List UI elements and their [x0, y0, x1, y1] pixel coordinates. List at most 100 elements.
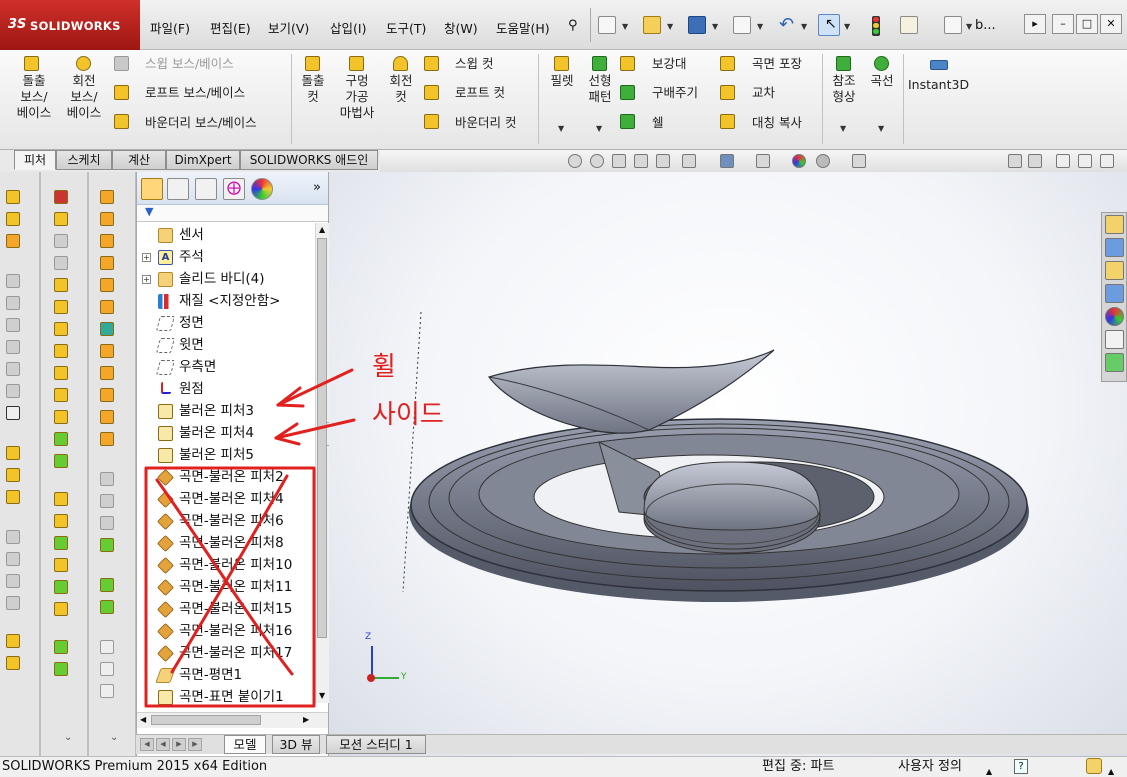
scroll-down-icon[interactable]: ▼ — [319, 691, 325, 700]
feature-tool-icon[interactable] — [54, 300, 68, 314]
cut-tool-icon[interactable] — [6, 212, 20, 226]
menu-tools[interactable]: 도구(T) — [386, 18, 426, 37]
feature-tool-icon[interactable] — [54, 366, 68, 380]
scroll-up-icon[interactable]: ▲ — [319, 225, 325, 234]
feature-tool-icon[interactable] — [54, 432, 68, 446]
print-icon[interactable] — [733, 16, 751, 34]
pattern-tool-icon[interactable] — [54, 640, 68, 654]
boundary-boss-button[interactable]: 바운더리 보스/베이스 — [145, 115, 257, 131]
feature-tool-icon[interactable] — [100, 234, 114, 248]
tree-item-origin[interactable]: 원점 — [137, 378, 315, 400]
close-button[interactable]: ✕ — [1100, 14, 1122, 34]
menu-view[interactable]: 보기(V) — [268, 18, 309, 37]
feature-tool-icon[interactable] — [54, 514, 68, 528]
tab-motion-study[interactable]: 모션 스터디 1 — [326, 735, 426, 754]
feature-tool-icon[interactable] — [100, 538, 114, 552]
rib-button[interactable]: 보강대 — [652, 56, 687, 72]
sweep-boss-button[interactable]: 스윕 보스/베이스 — [145, 56, 234, 72]
extrude-cut-button[interactable]: 돌출 컷 — [296, 56, 330, 105]
feature-tool-icon[interactable] — [54, 536, 68, 550]
instant3d-button[interactable]: Instant3D — [908, 60, 972, 93]
feature-tool-icon[interactable] — [54, 388, 68, 402]
tab-model[interactable]: 모델 — [224, 735, 266, 754]
menu-insert[interactable]: 삽입(I) — [330, 18, 366, 37]
select-arrow-icon[interactable]: ↖ — [818, 14, 840, 36]
units-up-icon[interactable]: ▲ — [986, 762, 992, 777]
menu-file[interactable]: 파일(F) — [150, 18, 190, 37]
first-tab-icon[interactable]: ◀ — [140, 738, 154, 751]
previous-view-icon[interactable] — [612, 154, 626, 168]
tree-hscroll-thumb[interactable] — [151, 715, 261, 725]
notification-icon[interactable] — [1086, 758, 1102, 774]
hole-wizard-button[interactable]: 구멍 가공 마법사 — [334, 56, 380, 121]
extrude-boss-button[interactable]: 돌출 보스/ 베이스 — [12, 56, 56, 121]
rebuild-traffic-light-icon[interactable] — [872, 16, 880, 36]
shell-button[interactable]: 쉘 — [652, 115, 664, 131]
curves-button[interactable]: 곡선 — [864, 56, 900, 89]
next-tab-icon[interactable]: ▶ — [172, 738, 186, 751]
loft-boss-button[interactable]: 로프트 보스/베이스 — [145, 85, 245, 101]
hide-show-items-icon[interactable] — [756, 154, 770, 168]
pattern-dropdown-icon[interactable]: ▼ — [596, 124, 602, 133]
expand-plus-icon[interactable]: + — [142, 253, 151, 262]
tree-item-right-plane[interactable]: 우측면 — [137, 356, 315, 378]
linear-pattern-button[interactable]: 선형 패턴 — [582, 56, 618, 105]
dynamic-annotation-icon[interactable] — [656, 154, 670, 168]
feature-tool-icon[interactable] — [54, 580, 68, 594]
appearances-icon[interactable] — [1105, 307, 1124, 326]
property-manager-tab-icon[interactable] — [167, 178, 189, 200]
tree-item-surface-import[interactable]: 곡면-불러온 피처2 — [137, 466, 315, 488]
feature-tool-icon[interactable] — [54, 492, 68, 506]
tree-item-imported-feature[interactable]: 불러온 피처3 — [137, 400, 315, 422]
doc-restore-button[interactable] — [1078, 154, 1092, 168]
menu-window[interactable]: 창(W) — [444, 18, 478, 37]
help-icon[interactable]: ? — [1014, 759, 1028, 774]
feature-tool-icon[interactable] — [54, 322, 68, 336]
revolve-cut-button[interactable]: 회전 컷 — [384, 56, 418, 105]
tree-item-surface-import[interactable]: 곡면-불러온 피처10 — [137, 554, 315, 576]
smart-dimension-tool-icon[interactable] — [54, 212, 68, 226]
curve-tool-icon[interactable] — [100, 600, 114, 614]
configuration-manager-tab-icon[interactable] — [195, 178, 217, 200]
graphics-area[interactable]: Z Y — [329, 172, 1127, 758]
3d-sketch-tool-icon[interactable] — [54, 190, 68, 204]
mirror-button[interactable]: 대칭 복사 — [752, 115, 802, 131]
toolbar-more-icon[interactable]: ⌄ — [64, 732, 72, 743]
print-dropdown-icon[interactable]: ▼ — [757, 22, 763, 31]
filter-funnel-icon[interactable]: ▼ — [145, 205, 153, 218]
search-expand-icon[interactable]: ▸ — [1024, 14, 1046, 34]
feature-tool-icon[interactable] — [100, 344, 114, 358]
select-dropdown-icon[interactable]: ▼ — [844, 22, 850, 31]
feature-tool-icon[interactable] — [100, 256, 114, 270]
tree-item-material[interactable]: 재질 <지정안함> — [137, 290, 315, 312]
tree-item-surface-import[interactable]: 곡면-불러온 피처17 — [137, 642, 315, 664]
feature-tool-icon[interactable] — [54, 410, 68, 424]
viewport-arrange-icon[interactable] — [1008, 154, 1022, 168]
feature-tool-icon[interactable] — [100, 300, 114, 314]
file-properties-icon[interactable] — [900, 16, 918, 34]
intersect-button[interactable]: 교차 — [752, 85, 775, 101]
tab-sketch[interactable]: 스케치 — [56, 150, 112, 170]
tree-item-surface-import[interactable]: 곡면-불러온 피처8 — [137, 532, 315, 554]
feature-tool-icon[interactable] — [6, 656, 20, 670]
feature-tool-icon[interactable] — [100, 366, 114, 380]
ref-tool-icon[interactable] — [54, 662, 68, 676]
feature-tool-icon[interactable] — [100, 388, 114, 402]
expand-panel-icon[interactable]: » — [313, 180, 321, 195]
tab-evaluate[interactable]: 계산 — [112, 150, 166, 170]
feature-tool-icon[interactable] — [6, 634, 20, 648]
fillet-dropdown-icon[interactable]: ▼ — [558, 124, 564, 133]
view-settings-icon[interactable] — [852, 154, 866, 168]
display-style-icon[interactable] — [720, 154, 734, 168]
tree-item-imported-feature[interactable]: 불러온 피처5 — [137, 444, 315, 466]
apply-scene-icon[interactable] — [816, 154, 830, 168]
tree-item-surface-plane[interactable]: 곡면-평면1 — [137, 664, 315, 686]
tree-item-surface-import[interactable]: 곡면-불러온 피처4 — [137, 488, 315, 510]
section-view-icon[interactable] — [634, 154, 648, 168]
tab-features[interactable]: 피처 — [14, 150, 56, 170]
feature-tool-icon[interactable] — [54, 454, 68, 468]
zoom-to-area-icon[interactable] — [590, 154, 604, 168]
design-library-icon[interactable] — [1105, 238, 1124, 257]
feature-tool-icon[interactable] — [100, 322, 114, 336]
custom-properties-icon[interactable] — [1105, 330, 1124, 349]
